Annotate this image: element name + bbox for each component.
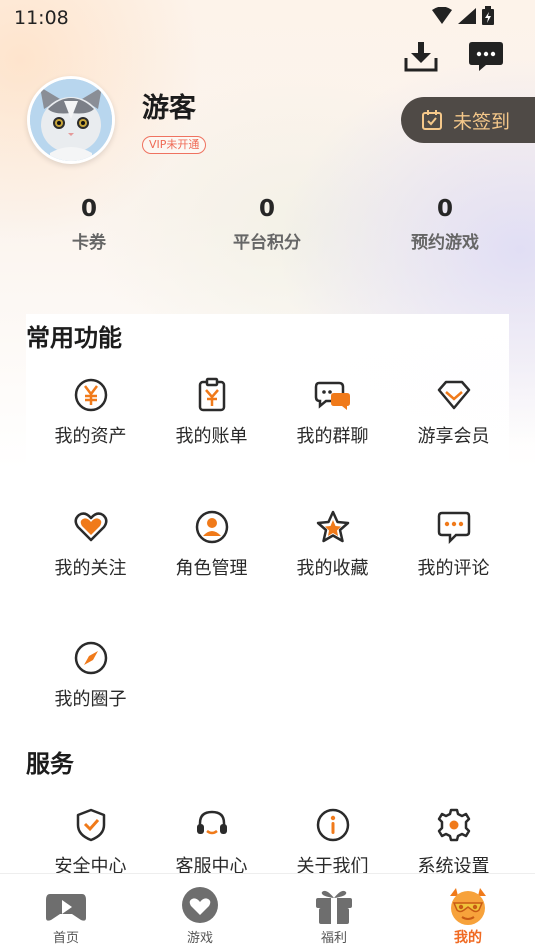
stat-value: 0: [258, 196, 275, 222]
download-button[interactable]: [403, 38, 439, 74]
comment-icon: [437, 511, 470, 545]
checkin-button[interactable]: 未签到: [401, 97, 535, 143]
diamond-icon: [437, 380, 470, 410]
tab-home[interactable]: 首页: [26, 886, 106, 946]
stat-label: 平台积分: [233, 233, 301, 253]
tab-welfare[interactable]: 福利: [294, 886, 374, 946]
compass-icon: [74, 641, 107, 675]
tab-label: 我的: [454, 930, 482, 946]
battery-icon: [482, 6, 494, 25]
service-customer-support[interactable]: 客服中心: [151, 806, 272, 878]
func-label: 我的圈子: [54, 689, 127, 710]
func-label: 我的收藏: [296, 558, 369, 579]
status-time: 11:08: [14, 7, 69, 29]
download-icon: [404, 42, 438, 72]
stat-value: 0: [80, 196, 97, 222]
info-icon: [316, 808, 349, 842]
common-functions-title: 常用功能: [26, 324, 122, 352]
tab-mine[interactable]: 我的: [428, 886, 508, 947]
bill-icon: [198, 377, 225, 412]
func-vip-member[interactable]: 游享会员: [393, 376, 514, 448]
service-system-settings[interactable]: 系统设置: [393, 806, 514, 878]
profile-face-icon: [450, 888, 486, 925]
bottom-tab-bar: 首页 游戏 福利 我的: [0, 873, 535, 951]
func-my-comments[interactable]: 我的评论: [393, 508, 514, 580]
func-label: 我的群聊: [296, 426, 369, 447]
messages-button[interactable]: [468, 38, 504, 74]
func-label: 角色管理: [175, 558, 248, 579]
stat-label: 卡券: [72, 233, 106, 253]
calendar-check-icon: [422, 110, 442, 130]
tab-label: 游戏: [186, 931, 213, 946]
stat-coupons[interactable]: 0 卡券: [19, 196, 159, 253]
cat-avatar-image: [30, 79, 112, 161]
headset-icon: [196, 810, 227, 835]
gamepad-icon: [46, 894, 86, 921]
gear-icon: [437, 808, 470, 842]
username[interactable]: 游客: [142, 86, 196, 125]
checkin-label: 未签到: [453, 110, 511, 133]
service-security-center[interactable]: 安全中心: [30, 806, 151, 878]
service-about-us[interactable]: 关于我们: [272, 806, 393, 878]
func-label: 我的关注: [54, 558, 127, 579]
shield-icon: [76, 808, 105, 842]
func-label: 我的评论: [417, 558, 490, 579]
avatar[interactable]: [27, 76, 115, 164]
tab-games[interactable]: 游戏: [160, 886, 240, 946]
stat-label: 预约游戏: [411, 233, 479, 253]
func-my-bill[interactable]: 我的账单: [151, 376, 272, 448]
gift-icon: [316, 890, 352, 924]
game-chat-icon: [182, 887, 218, 923]
func-label: 我的账单: [175, 426, 248, 447]
func-my-follows[interactable]: 我的关注: [30, 508, 151, 580]
func-role-management[interactable]: 角色管理: [151, 508, 272, 580]
func-my-circle[interactable]: 我的圈子: [30, 639, 151, 711]
stat-value: 0: [436, 196, 453, 222]
star-icon: [316, 510, 349, 543]
yuan-coin-icon: [74, 378, 107, 412]
message-icon: [469, 42, 503, 71]
group-chat-icon: [314, 381, 350, 410]
func-label: 我的资产: [54, 426, 127, 447]
tab-label: 首页: [52, 931, 79, 946]
wifi-icon: [432, 7, 452, 24]
tab-label: 福利: [320, 931, 347, 946]
func-my-group-chat[interactable]: 我的群聊: [272, 376, 393, 448]
func-label: 游享会员: [417, 426, 490, 447]
func-my-favorites[interactable]: 我的收藏: [272, 508, 393, 580]
status-icons: [431, 6, 495, 26]
stat-points[interactable]: 0 平台积分: [197, 196, 337, 253]
stat-reserved-games[interactable]: 0 预约游戏: [375, 196, 515, 253]
heart-icon: [74, 512, 107, 542]
vip-status-badge[interactable]: VIP未开通: [142, 136, 207, 154]
func-my-assets[interactable]: 我的资产: [30, 376, 151, 448]
user-icon: [195, 510, 228, 544]
signal-icon: [458, 8, 476, 24]
services-title: 服务: [26, 750, 74, 778]
